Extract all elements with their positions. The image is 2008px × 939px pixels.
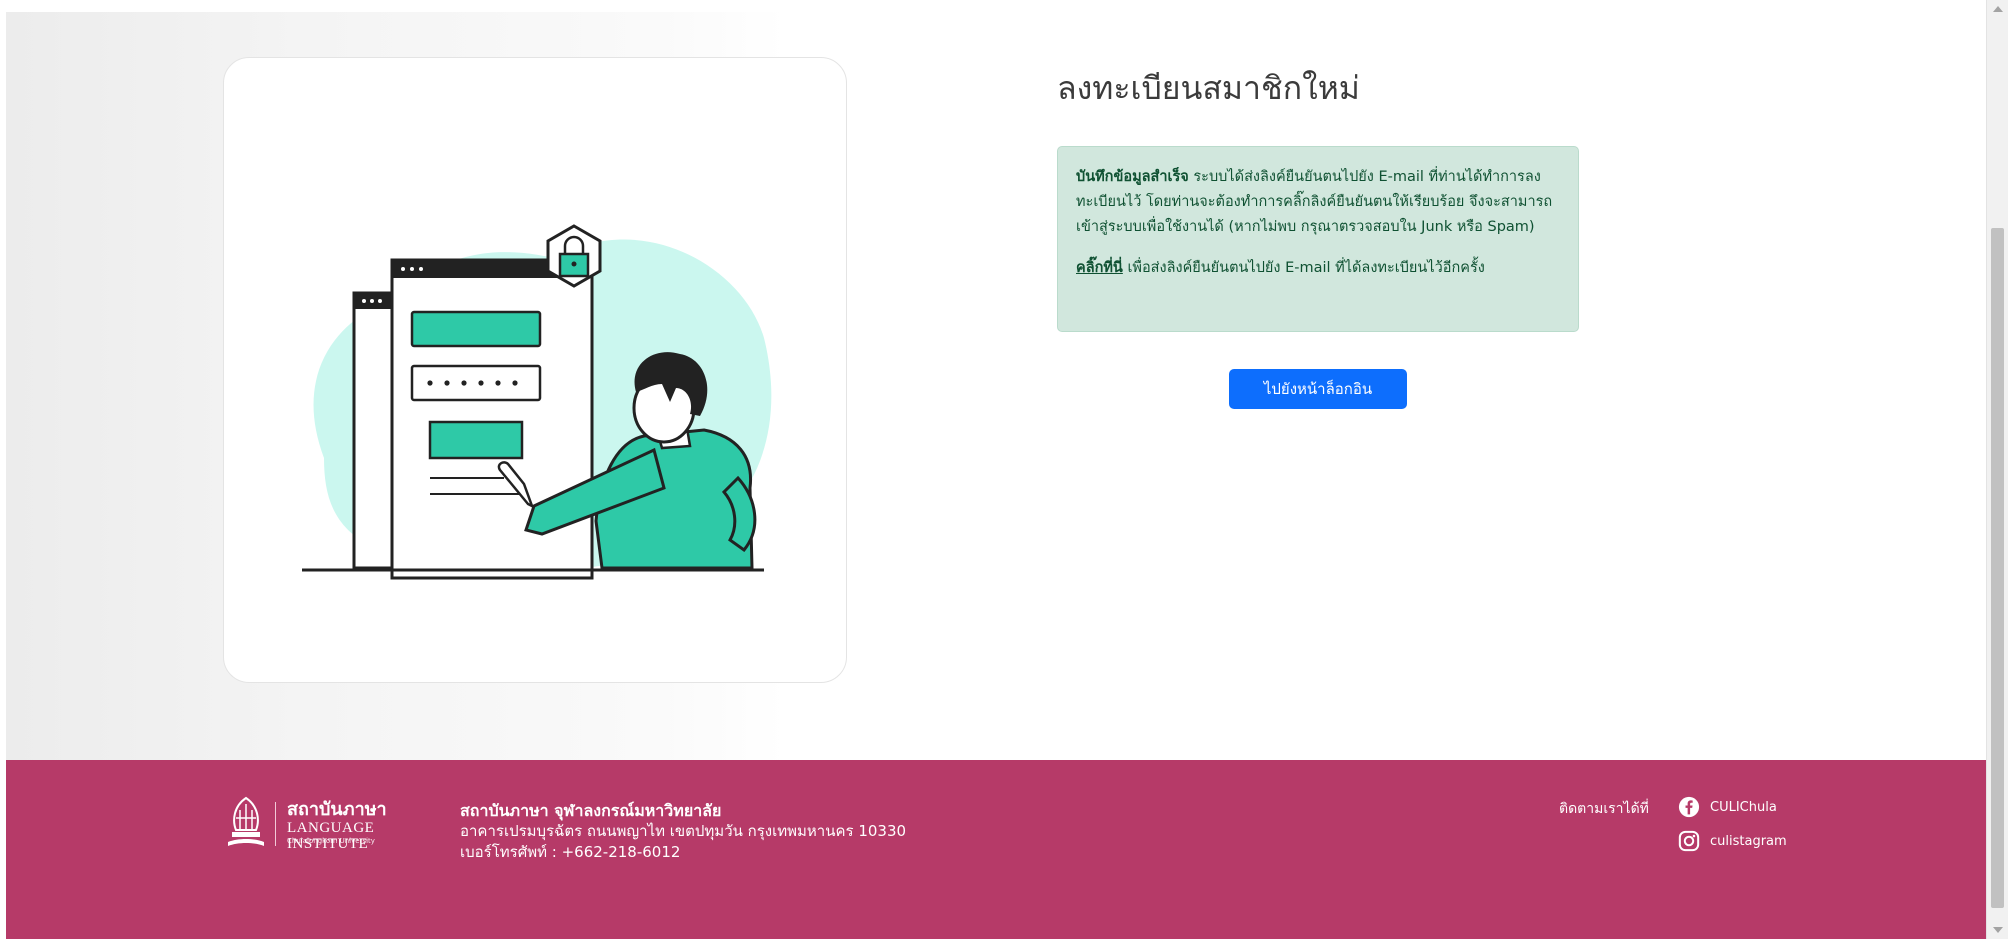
footer-address: อาคารเปรมบุรฉัตร ถนนพญาไท เขตปทุมวัน กรุ… [460,822,907,840]
instagram-handle: culistagram [1710,833,1787,849]
resend-message: คลิ๊กที่นี่ เพื่อส่งลิงค์ยืนยันตนไปยัง E… [1076,256,1560,281]
logo-thai-name: สถาบันภาษา [287,799,387,820]
footer-phone: เบอร์โทรศัพท์ : +662-218-6012 [460,843,681,861]
footer: สถาบันภาษา LANGUAGE INSTITUTE Chulalongk… [6,760,1986,939]
illustration-card [223,57,847,683]
footer-contact: สถาบันภาษา จุฬาลงกรณ์มหาวิทยาลัย อาคารเป… [460,800,906,863]
success-title: บันทึกข้อมูลสำเร็จ [1076,169,1189,185]
page-title: ลงทะเบียนสมาชิกใหม่ [1057,69,1360,107]
username-field-shape [410,310,542,348]
go-to-login-button[interactable]: ไปยังหน้าล็อกอิน [1229,369,1407,409]
success-message: บันทึกข้อมูลสำเร็จ ระบบได้ส่งลิงค์ยืนยัน… [1076,165,1560,240]
success-alert: บันทึกข้อมูลสำเร็จ ระบบได้ส่งลิงค์ยืนยัน… [1057,146,1579,332]
facebook-icon [1678,796,1700,818]
facebook-handle: CULIChula [1710,799,1777,815]
scrollbar-thumb[interactable] [1991,228,2004,908]
scroll-down-icon[interactable] [1993,927,2003,933]
resend-link[interactable]: คลิ๊กที่นี่ [1076,260,1123,276]
scroll-up-icon[interactable] [1993,6,2003,12]
follow-label: ติดตามเราได้ที่ [1559,801,1649,817]
facebook-link[interactable]: CULIChula [1678,796,1777,818]
front-window [390,258,594,580]
logo-university: Chulalongkorn University [287,837,375,845]
logo-english-name: LANGUAGE INSTITUTE [287,820,375,852]
footer-org-name: สถาบันภาษา จุฬาลงกรณ์มหาวิทยาลัย [460,801,722,820]
resend-text: เพื่อส่งลิงค์ยืนยันตนไปยัง E-mail ที่ได้… [1122,260,1485,276]
page-scrollbar[interactable] [1986,0,2008,939]
instagram-link[interactable]: culistagram [1678,830,1787,852]
instagram-icon [1678,830,1700,852]
registration-content: ลงทะเบียนสมาชิกใหม่ บันทึกข้อมูลสำเร็จ ร… [1057,66,1587,409]
chula-crest-icon [228,796,264,846]
institute-logo[interactable]: สถาบันภาษา LANGUAGE INSTITUTE Chulalongk… [222,796,442,856]
registration-illustration [302,224,772,580]
submit-button-shape [428,420,524,460]
logo-divider [275,802,276,846]
